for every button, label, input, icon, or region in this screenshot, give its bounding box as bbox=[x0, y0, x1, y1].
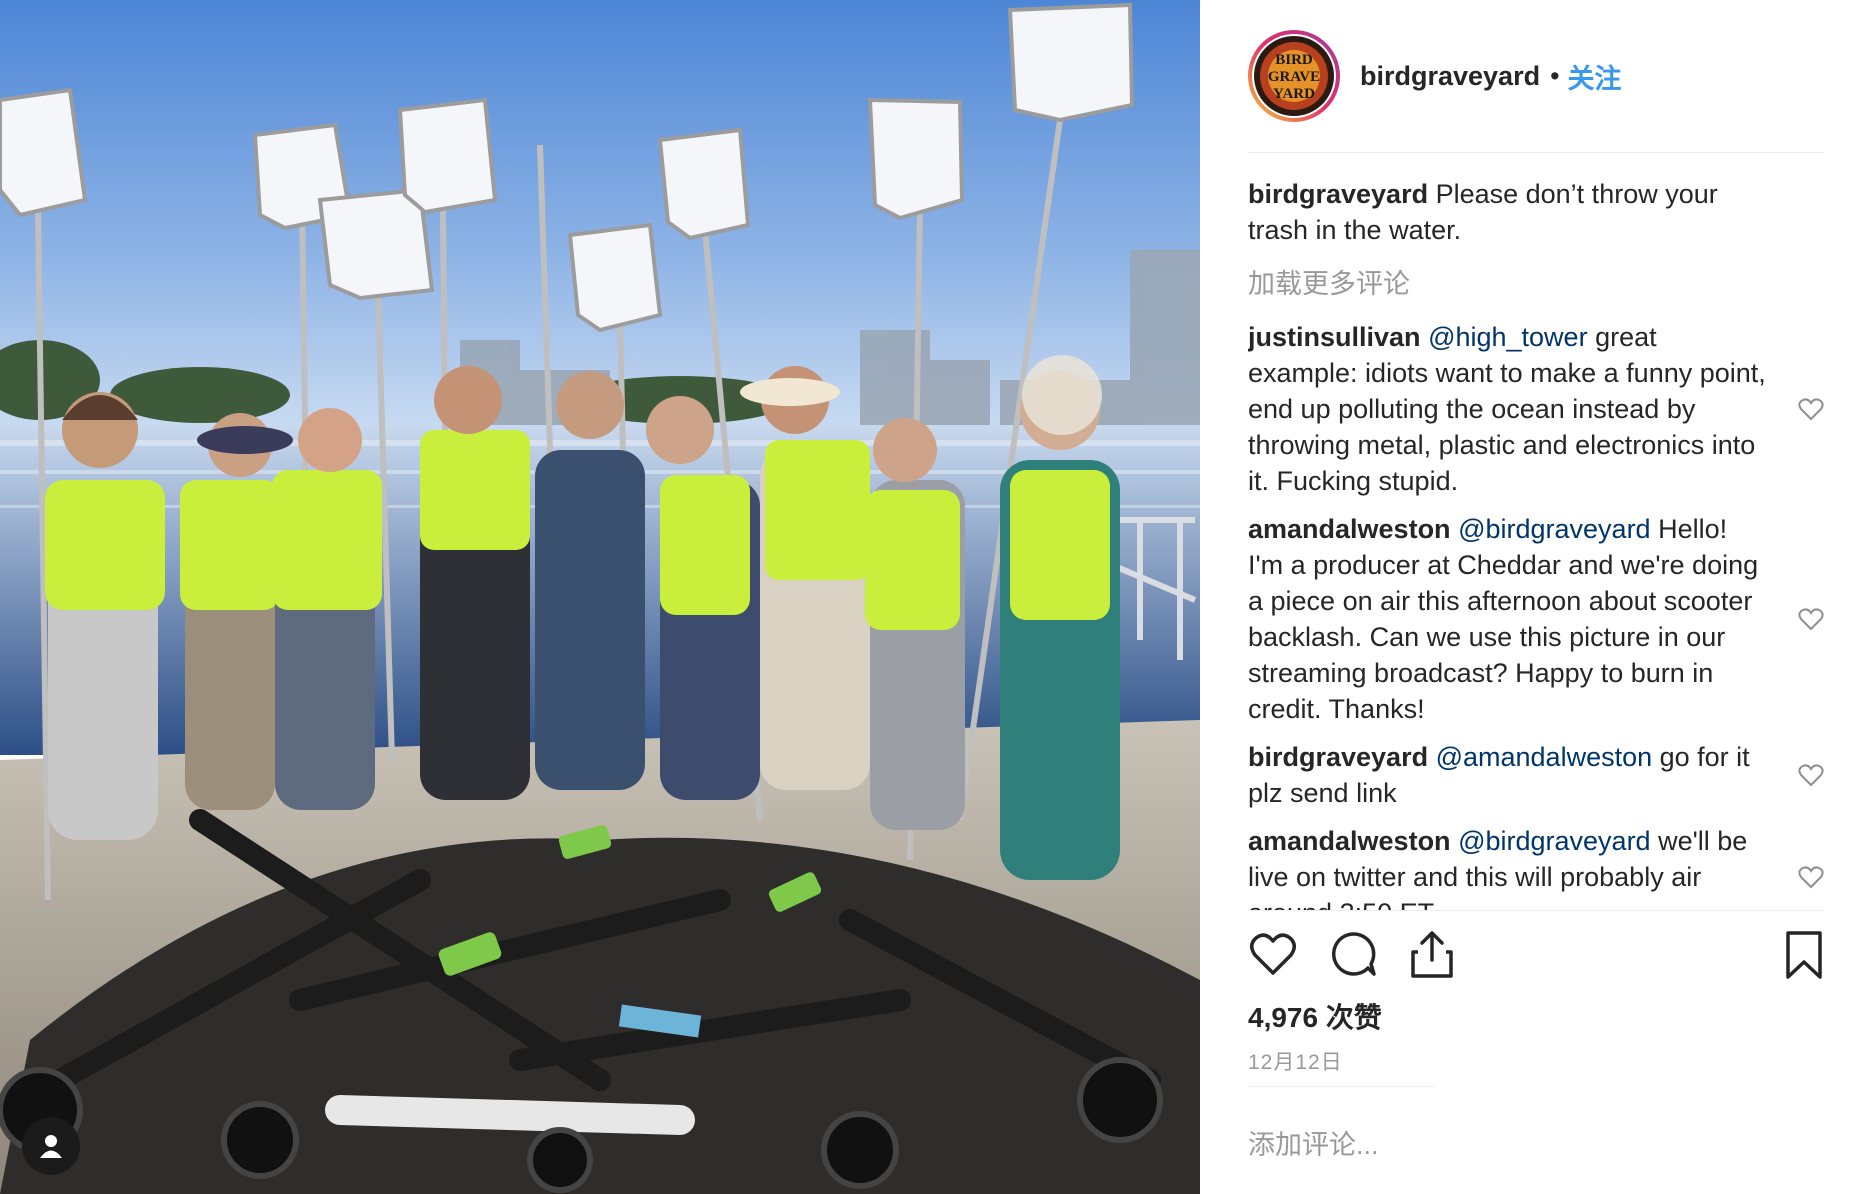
load-more-comments-link[interactable]: 加载更多评论 bbox=[1248, 262, 1824, 301]
share-icon[interactable] bbox=[1410, 930, 1454, 980]
divider bbox=[1248, 1086, 1434, 1087]
caption-username[interactable]: birdgraveyard bbox=[1248, 179, 1428, 209]
header-separator: • bbox=[1550, 60, 1560, 91]
tagged-users-button[interactable] bbox=[22, 1117, 80, 1175]
follow-button[interactable]: 关注 bbox=[1568, 57, 1622, 96]
comment-item: justinsullivan @high_tower great example… bbox=[1248, 319, 1824, 499]
comment-username[interactable]: birdgraveyard bbox=[1248, 742, 1428, 772]
post-header: BIRD GRAVE YARD birdgraveyard • 关注 bbox=[1248, 0, 1824, 153]
logo-text-grave: GRAVE bbox=[1268, 69, 1320, 85]
logo-text-yard: YARD bbox=[1273, 86, 1315, 102]
birdgraveyard-logo: BIRD GRAVE YARD bbox=[1254, 36, 1334, 116]
post-photo[interactable] bbox=[0, 0, 1200, 1194]
logo-text-bird: BIRD bbox=[1275, 52, 1313, 68]
comment-text: Hello! I'm a producer at Cheddar and we'… bbox=[1248, 514, 1759, 724]
header-username-link[interactable]: birdgraveyard bbox=[1360, 61, 1540, 92]
comment-mention[interactable]: @birdgraveyard bbox=[1458, 514, 1651, 544]
post-date: 12月12日 bbox=[1248, 1051, 1343, 1074]
profile-avatar[interactable]: BIRD GRAVE YARD bbox=[1248, 30, 1340, 122]
post-caption: birdgraveyard Please don’t throw your tr… bbox=[1248, 176, 1824, 248]
comment-item: amandalweston @birdgraveyard we'll be li… bbox=[1248, 823, 1824, 910]
like-heart-icon[interactable] bbox=[1248, 930, 1298, 978]
comments-list[interactable]: birdgraveyard Please don’t throw your tr… bbox=[1248, 162, 1824, 911]
post-actions-bar bbox=[1248, 930, 1824, 986]
comment-item: amandalweston @birdgraveyard Hello! I'm … bbox=[1248, 511, 1824, 727]
bookmark-icon[interactable] bbox=[1784, 930, 1824, 980]
comment-like-heart-icon[interactable] bbox=[1798, 607, 1824, 631]
comment-username[interactable]: justinsullivan bbox=[1248, 322, 1421, 352]
comment-like-heart-icon[interactable] bbox=[1798, 397, 1824, 421]
comment-item: birdgraveyard @amandalweston go for it p… bbox=[1248, 739, 1824, 811]
comment-mention[interactable]: @high_tower bbox=[1428, 322, 1588, 352]
cleanup-crew-photo bbox=[0, 0, 1200, 1194]
user-icon bbox=[40, 1135, 62, 1158]
comment-mention[interactable]: @amandalweston bbox=[1436, 742, 1653, 772]
comment-like-heart-icon[interactable] bbox=[1798, 763, 1824, 787]
comment-username[interactable]: amandalweston bbox=[1248, 514, 1451, 544]
comment-bubble-icon[interactable] bbox=[1330, 930, 1378, 978]
comment-mention[interactable]: @birdgraveyard bbox=[1458, 826, 1651, 856]
comment-username[interactable]: amandalweston bbox=[1248, 826, 1451, 856]
comment-like-heart-icon[interactable] bbox=[1798, 865, 1824, 889]
post-sidebar: BIRD GRAVE YARD birdgraveyard • 关注 birdg… bbox=[1200, 0, 1872, 1194]
add-comment-input[interactable] bbox=[1248, 1125, 1808, 1165]
likes-count[interactable]: 4,976 次赞 bbox=[1248, 996, 1382, 1036]
volunteer-4 bbox=[420, 366, 530, 800]
